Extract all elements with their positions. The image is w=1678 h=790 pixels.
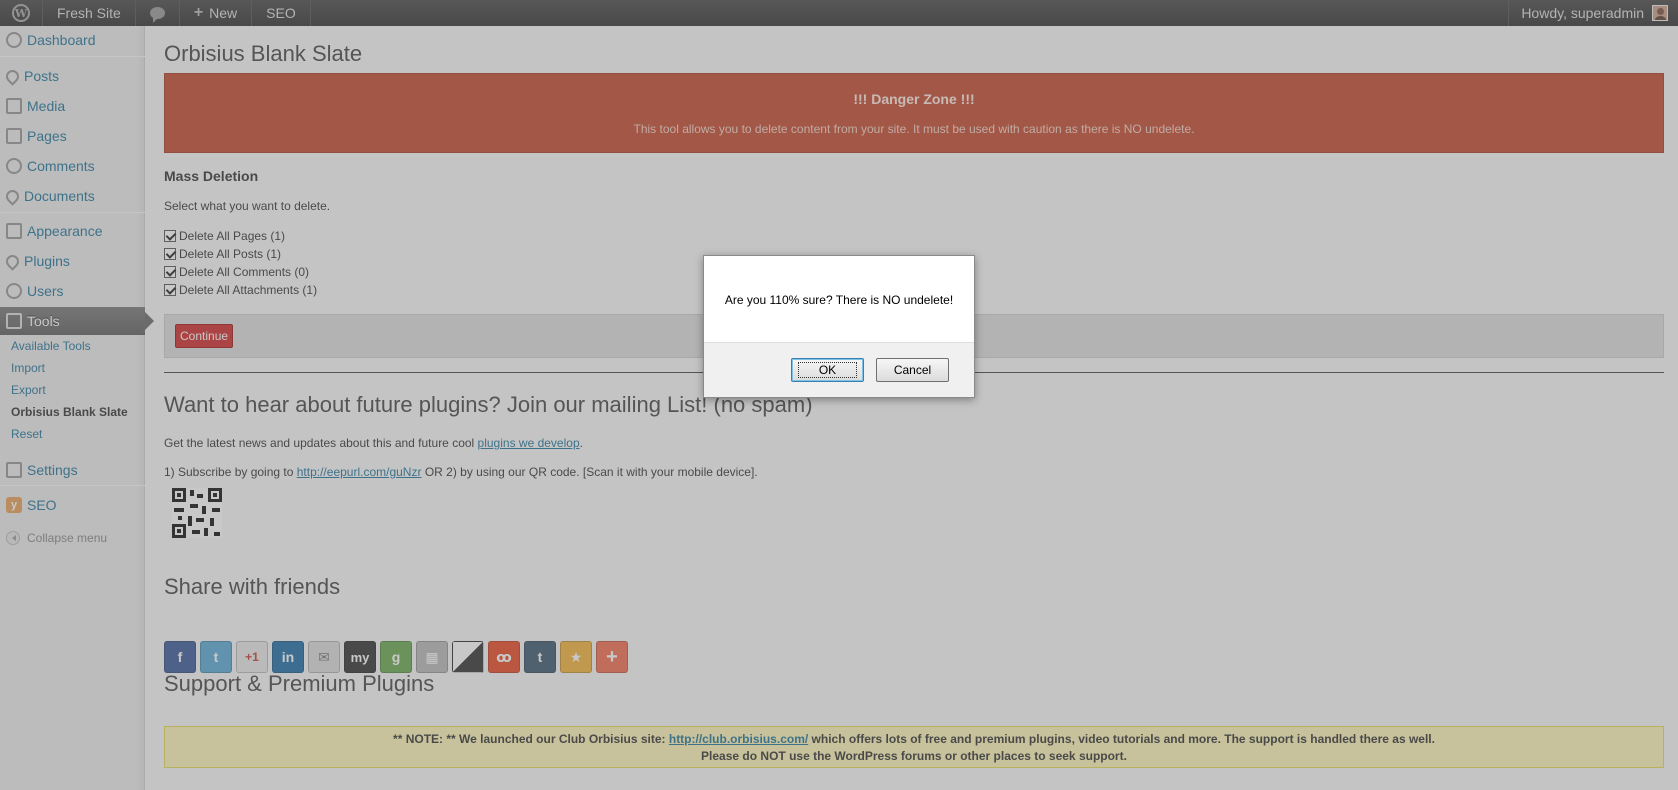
cancel-button-label: Cancel [893, 363, 932, 377]
dialog-message: Are you 110% sure? There is NO undelete! [724, 293, 954, 307]
confirm-dialog: Are you 110% sure? There is NO undelete!… [703, 255, 975, 398]
cancel-button[interactable]: Cancel [876, 358, 949, 382]
dialog-footer: OK Cancel [704, 342, 974, 397]
ok-button-label: OK [797, 362, 858, 378]
ok-button[interactable]: OK [791, 358, 864, 382]
